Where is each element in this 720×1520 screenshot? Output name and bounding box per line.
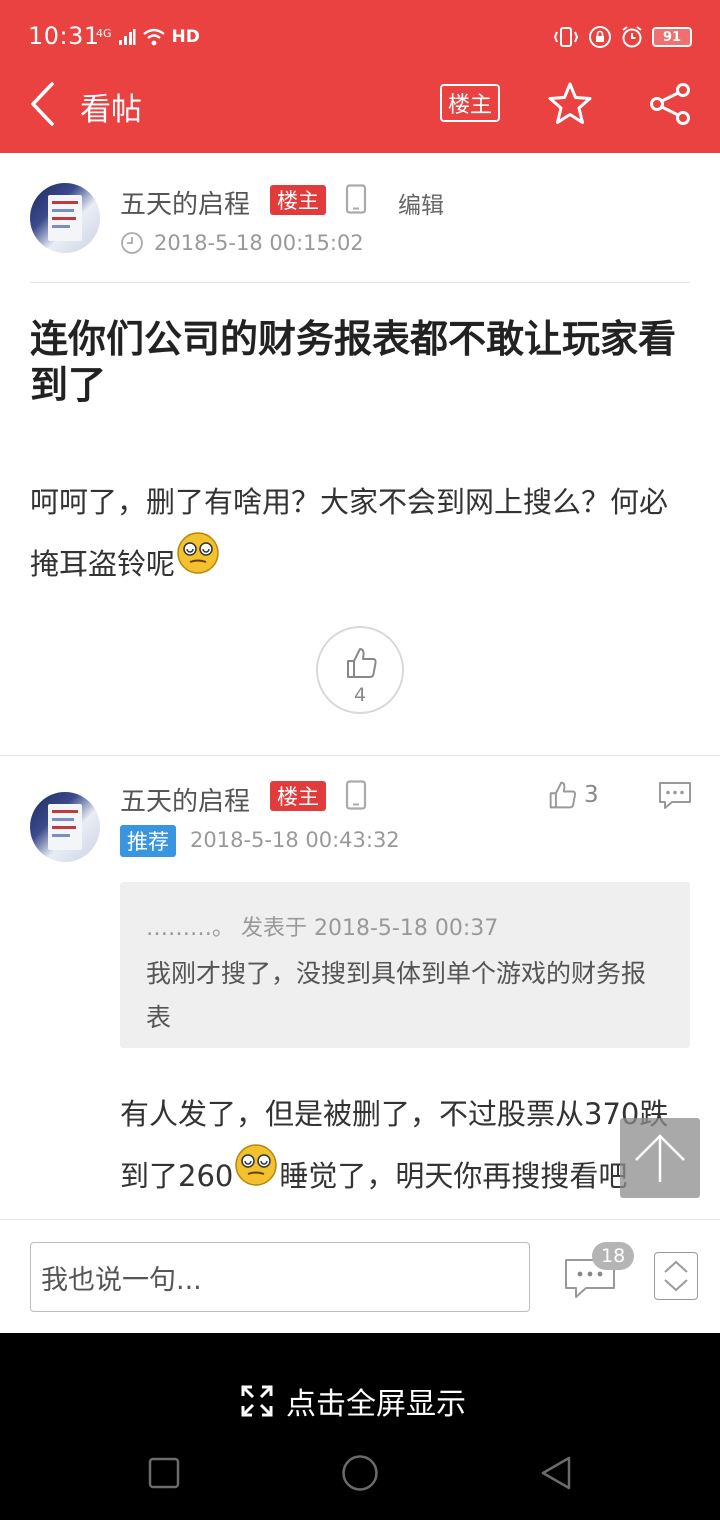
reply-timestamp: 2018-5-18 00:43:32 xyxy=(190,828,400,852)
comment-input[interactable]: 我也说一句... xyxy=(30,1242,530,1312)
favorite-button[interactable] xyxy=(546,80,594,128)
share-icon xyxy=(650,83,690,125)
comment-count-badge: 18 xyxy=(592,1242,635,1270)
status-right-icons: 91 xyxy=(552,24,692,50)
vibrate-icon xyxy=(553,27,579,47)
author-avatar[interactable] xyxy=(30,183,100,253)
battery-indicator: 91 xyxy=(652,27,692,47)
quote-meta: ………。 发表于 2018-5-18 00:37 xyxy=(146,910,498,942)
quote-text: 我刚才搜了，没搜到具体到单个游戏的财务报表 xyxy=(146,959,647,1032)
fullscreen-button[interactable]: 点击全屏显示 xyxy=(240,1379,466,1423)
reply-comment-icon[interactable] xyxy=(658,781,692,811)
recent-apps-button[interactable] xyxy=(134,1451,194,1495)
lock-rotation-icon xyxy=(589,26,611,48)
reply-like-button[interactable]: 3 xyxy=(548,780,599,810)
dizzy-emoji-icon xyxy=(235,1144,278,1186)
page-navigator-button[interactable] xyxy=(654,1252,698,1300)
post-timestamp: 2018-5-18 00:15:02 xyxy=(154,231,364,255)
divider xyxy=(30,282,690,283)
mobile-device-icon xyxy=(345,184,367,214)
reply-body-text-2: 睡觉了，明天你再搜搜看吧 xyxy=(279,1159,628,1193)
owner-badge: 楼主 xyxy=(270,185,326,215)
thumbs-up-icon xyxy=(549,781,576,809)
scroll-to-top-button[interactable] xyxy=(620,1118,700,1198)
wifi-icon xyxy=(142,28,165,46)
circle-icon xyxy=(342,1455,378,1491)
section-divider xyxy=(0,755,720,756)
page-title: 看帖 xyxy=(80,92,142,128)
thumbs-up-icon xyxy=(347,648,377,678)
quote-author: ………。 xyxy=(146,916,235,941)
star-icon xyxy=(548,82,592,124)
expand-icon xyxy=(241,1385,273,1417)
reply-avatar[interactable] xyxy=(30,792,100,862)
fullscreen-bar: 点击全屏显示 xyxy=(0,1333,720,1520)
alarm-icon xyxy=(622,26,642,48)
status-left-icons: 4G HD xyxy=(96,24,200,50)
comment-bar: 我也说一句... 18 xyxy=(0,1219,720,1333)
fullscreen-label: 点击全屏显示 xyxy=(286,1387,466,1422)
quote-time: 发表于 2018-5-18 00:37 xyxy=(241,916,499,941)
recommend-badge: 推荐 xyxy=(120,825,176,857)
author-name[interactable]: 五天的启程 xyxy=(120,184,250,221)
home-button[interactable] xyxy=(330,1451,390,1495)
reply-body: 有人发了，但是被删了，不过股票从370跌到了260 睡觉了，明天你再搜搜看吧 xyxy=(120,1086,690,1204)
post-title: 连你们公司的财务报表都不敢让玩家看到了 xyxy=(30,317,677,407)
top-bar: 10:31 4G HD 91 看帖 楼主 xyxy=(0,0,720,153)
status-time: 10:31 xyxy=(28,22,100,50)
clock-icon xyxy=(121,232,143,254)
reply-author-name[interactable]: 五天的启程 xyxy=(120,781,250,818)
back-button[interactable] xyxy=(20,80,64,128)
post-like-button[interactable]: 4 xyxy=(316,626,404,714)
mobile-device-icon xyxy=(345,780,367,810)
reply-like-count: 3 xyxy=(584,782,599,808)
status-bar: 10:31 4G HD 91 xyxy=(0,0,720,72)
dizzy-emoji-icon xyxy=(177,532,219,574)
app-header: 看帖 楼主 xyxy=(0,72,720,153)
triangle-back-icon xyxy=(541,1456,571,1490)
post-body-text: 呵呵了，删了有啥用？大家不会到网上搜么？何必掩耳盗铃呢 xyxy=(30,485,669,581)
arrow-up-icon xyxy=(635,1134,685,1182)
share-button[interactable] xyxy=(646,80,694,128)
edit-link[interactable]: 编辑 xyxy=(398,186,444,220)
post-time: 2018-5-18 00:15:02 xyxy=(120,231,364,255)
signal-icon xyxy=(118,29,136,45)
reply-owner-badge: 楼主 xyxy=(270,781,326,811)
only-owner-button[interactable]: 楼主 xyxy=(440,84,500,122)
post-body: 呵呵了，删了有啥用？大家不会到网上搜么？何必掩耳盗铃呢 xyxy=(30,474,690,592)
network-type: 4G xyxy=(96,26,112,40)
hd-icon: HD xyxy=(171,27,200,47)
up-down-chevron-icon xyxy=(664,1260,688,1292)
back-arrow-icon xyxy=(31,82,54,126)
square-icon xyxy=(148,1457,180,1489)
quoted-post: ………。 发表于 2018-5-18 00:37 我刚才搜了，没搜到具体到单个游… xyxy=(120,882,690,1048)
system-back-button[interactable] xyxy=(526,1451,586,1495)
post-like-count: 4 xyxy=(353,684,367,706)
